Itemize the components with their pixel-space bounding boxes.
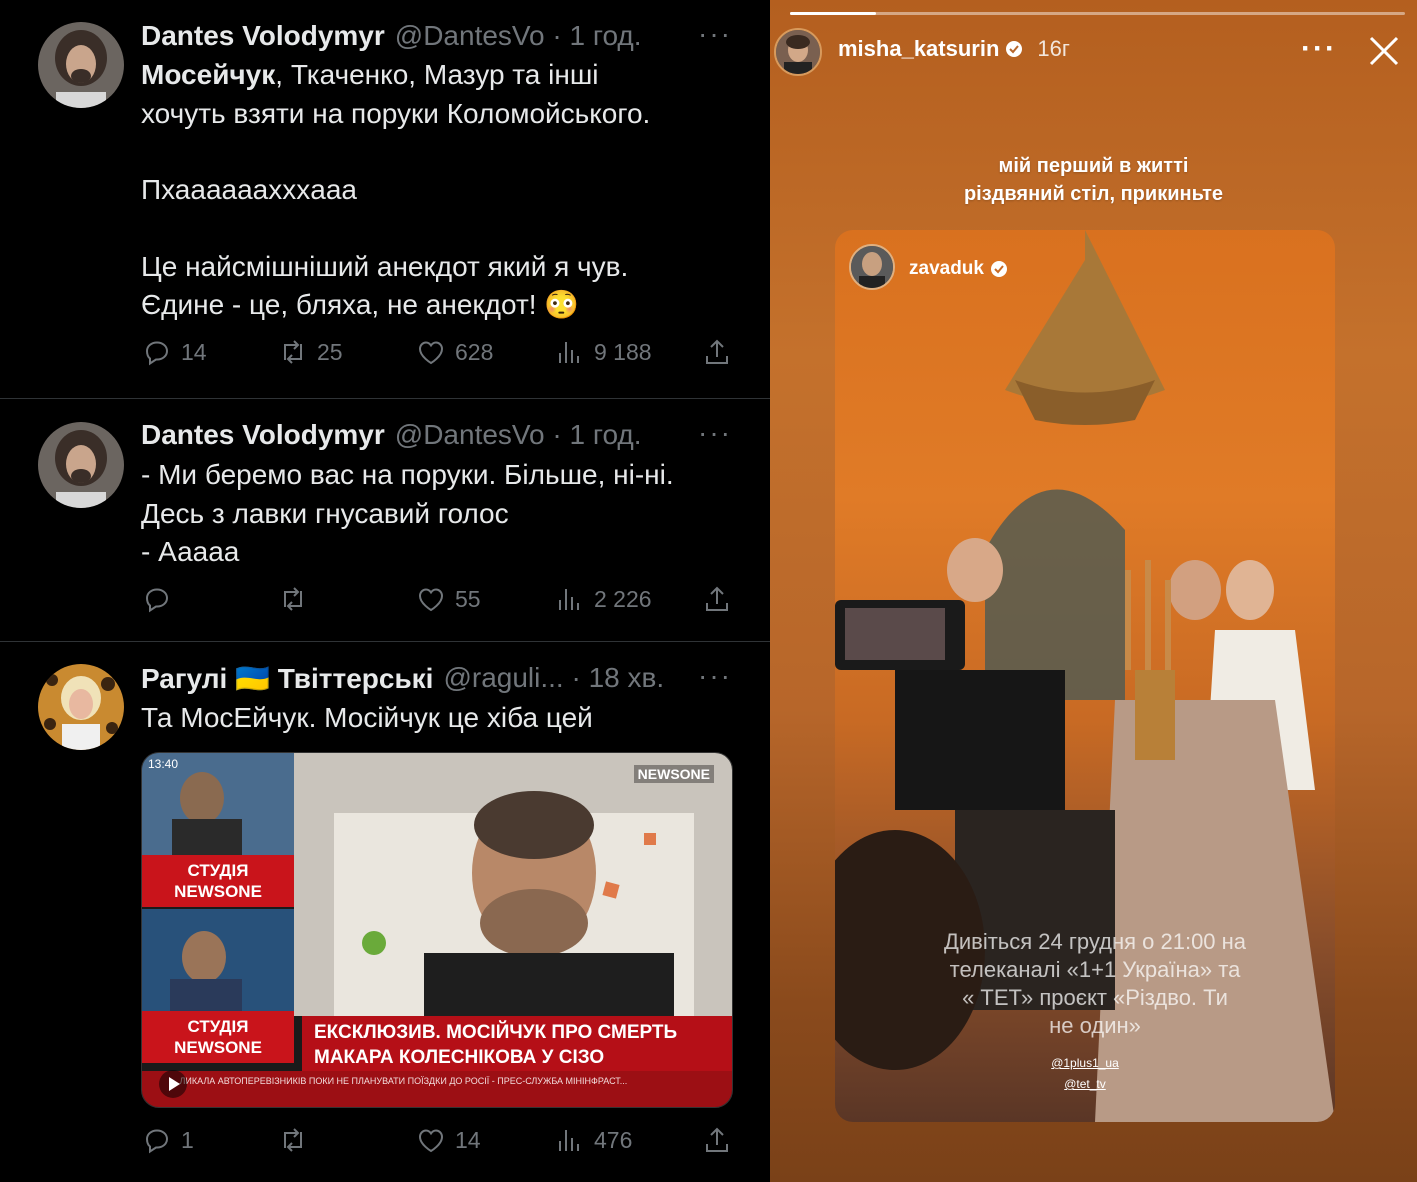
twitter-feed: Dantes Volodymyr @DantesVo · 1 год. ··· … (0, 0, 770, 1182)
author-name[interactable]: Рагулі 🇺🇦 Твіттерські (141, 662, 433, 695)
video-inset-top: 13:40 (142, 753, 294, 855)
story-caption: мій перший в житті різдвяний стіл, прики… (963, 155, 1224, 205)
author-name[interactable]: Dantes Volodymyr (141, 20, 385, 52)
video-main-frame: NEWSONE (294, 753, 732, 1016)
play-icon[interactable] (158, 1069, 188, 1099)
story-overlay-text: Дивіться 24 грудня о 21:00 на телеканалі… (943, 929, 1247, 1038)
author-handle[interactable]: @raguli... · 18 хв. (443, 662, 664, 694)
news-crawl: ...ЛИКАЛА АВТОПЕРЕВІЗНИКІВ ПОКИ НЕ ПЛАНУ… (142, 1071, 732, 1107)
news-headline: ЕКСКЛЮЗИВ. МОСІЙЧУК ПРО СМЕРТЬ МАКАРА КО… (302, 1016, 732, 1076)
tweet-text: - Ми беремо вас на поруки. Більше, ні-ні… (141, 459, 674, 567)
heart-icon (418, 588, 444, 612)
reply-button[interactable]: 14 (141, 336, 207, 368)
story-progress-bar (790, 12, 1405, 15)
retweet-button[interactable] (277, 583, 317, 615)
reply-button[interactable] (141, 583, 181, 615)
more-icon[interactable]: ··· (698, 660, 732, 692)
tweet[interactable]: Dantes Volodymyr @DantesVo · 1 год. ··· … (0, 399, 770, 641)
heart-icon (418, 341, 444, 365)
mention-tag[interactable]: @1plus1_ua (835, 1056, 1335, 1070)
heart-icon (418, 1129, 444, 1153)
tweet-actions: 1 14 476 (141, 1124, 741, 1160)
share-icon (706, 586, 728, 611)
share-icon (706, 1127, 728, 1152)
video-player[interactable]: 13:40 СТУДІЯ NEWSONE СТУДІЯ NEWSONE NEWS… (141, 752, 733, 1108)
avatar[interactable] (38, 664, 124, 750)
more-icon[interactable]: ··· (698, 18, 732, 50)
retweet-icon (284, 1128, 302, 1152)
views-icon (559, 589, 579, 610)
story-header: misha_katsurin 16г ··· (770, 26, 1417, 78)
views-button[interactable]: 476 (554, 1124, 632, 1156)
retweet-icon (284, 587, 302, 611)
views-button[interactable]: 2 226 (554, 583, 652, 615)
verified-icon (990, 261, 1007, 277)
reply-icon (145, 341, 169, 366)
studio-label: СТУДІЯ NEWSONE (142, 855, 294, 907)
retweet-button[interactable] (277, 1124, 317, 1156)
share-icon (706, 339, 728, 364)
like-button[interactable]: 628 (415, 336, 493, 368)
author-name[interactable]: Dantes Volodymyr (141, 419, 385, 451)
avatar[interactable] (849, 244, 895, 290)
channel-logo: NEWSONE (633, 765, 714, 783)
retweet-button[interactable]: 25 (277, 336, 343, 368)
share-button[interactable] (701, 336, 741, 368)
views-icon (559, 1130, 579, 1151)
tweet-actions: 55 2 226 (141, 583, 741, 619)
reply-button[interactable]: 1 (141, 1124, 194, 1156)
studio-label: СТУДІЯ NEWSONE (142, 1011, 294, 1063)
story-time: 16г (1037, 36, 1070, 61)
story-username[interactable]: misha_katsurin 16г (838, 36, 1070, 62)
author-handle[interactable]: @DantesVo · 1 год. (395, 20, 642, 52)
share-button[interactable] (701, 583, 741, 615)
share-button[interactable] (701, 1124, 741, 1156)
views-icon (559, 342, 579, 363)
tweet-text: Та МосЕйчук. Мосійчук це хіба цей (141, 702, 593, 733)
retweet-icon (284, 340, 302, 364)
author-handle[interactable]: @DantesVo · 1 год. (395, 419, 642, 451)
video-inset-bottom (142, 909, 294, 1014)
like-button[interactable]: 14 (415, 1124, 481, 1156)
tweet-text: Мосейчук, Ткаченко, Мазур та інші хочуть… (141, 59, 651, 320)
close-icon[interactable] (1367, 34, 1401, 68)
verified-icon (1006, 41, 1023, 57)
instagram-story[interactable]: misha_katsurin 16г ··· мій перший в житт… (770, 0, 1417, 1182)
mention-tag[interactable]: @tet_tv (835, 1077, 1335, 1091)
like-button[interactable]: 55 (415, 583, 481, 615)
tweet-header: Dantes Volodymyr @DantesVo · 1 год. ··· (141, 417, 740, 453)
views-button[interactable]: 9 188 (554, 336, 652, 368)
more-icon[interactable]: ··· (698, 417, 732, 449)
avatar[interactable] (38, 22, 124, 108)
shared-story-card[interactable]: zavaduk Дивіться 24 грудня о 21:00 на те… (835, 230, 1335, 1122)
inner-story-username[interactable]: zavaduk (909, 258, 1008, 280)
reply-icon (145, 1129, 169, 1154)
tweet[interactable]: Dantes Volodymyr @DantesVo · 1 год. ··· … (0, 0, 770, 398)
more-icon[interactable]: ··· (1301, 32, 1337, 66)
tweet-header: Рагулі 🇺🇦 Твіттерські @raguli... · 18 хв… (141, 660, 740, 696)
reply-icon (145, 588, 169, 613)
avatar[interactable] (38, 422, 124, 508)
bold-mention: Мосейчук (141, 59, 276, 90)
tweet-header: Dantes Volodymyr @DantesVo · 1 год. ··· (141, 18, 740, 54)
avatar[interactable] (774, 28, 822, 76)
tweet-actions: 14 25 628 9 188 (141, 336, 741, 372)
